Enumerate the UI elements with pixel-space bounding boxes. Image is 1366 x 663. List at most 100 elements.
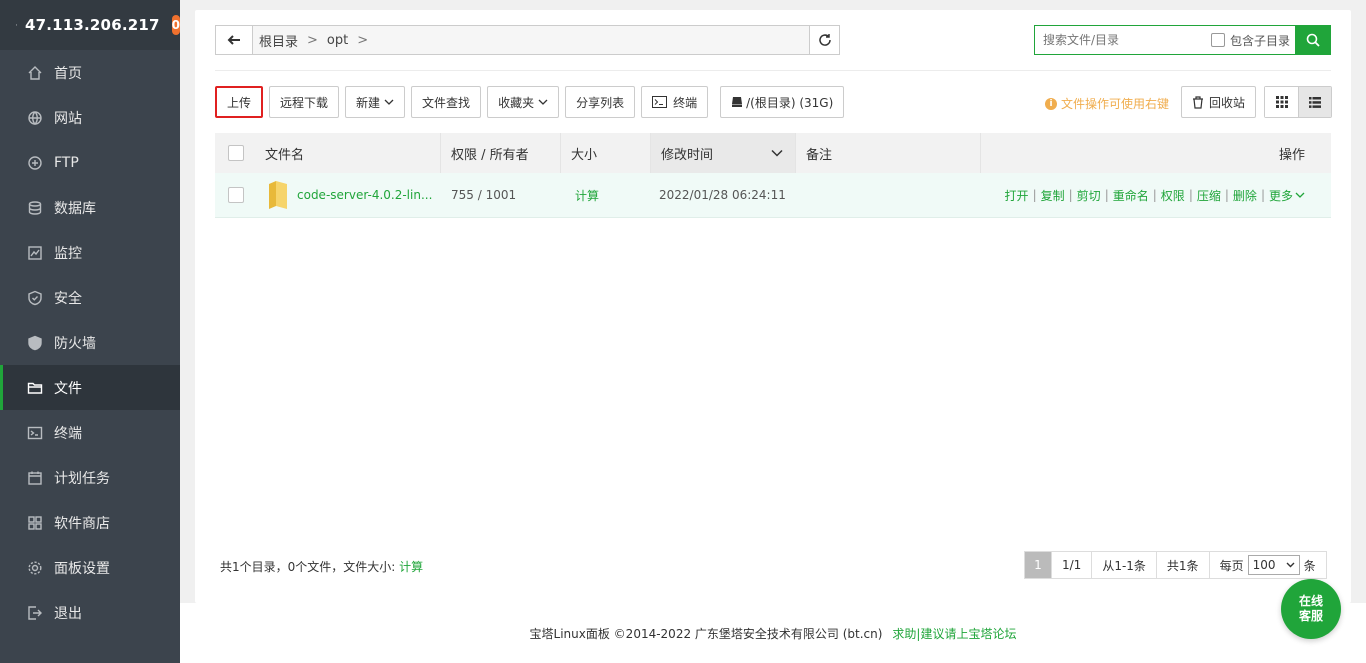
- separator: |: [1188, 188, 1193, 202]
- favorites-label: 收藏夹: [498, 95, 535, 110]
- table-row[interactable]: code-server-4.0.2-lin... 755 / 1001 计算 2…: [215, 173, 1331, 218]
- folder-icon: [269, 181, 287, 209]
- sidebar-item-label: FTP: [54, 154, 79, 171]
- sidebar-item-label: 数据库: [54, 200, 96, 217]
- table-header: 文件名 权限 / 所有者 大小 修改时间 备注 操作: [215, 133, 1331, 173]
- refresh-icon: [818, 34, 831, 46]
- page-footer: 宝塔Linux面板 ©2014-2022 广东堡塔安全技术有限公司 (bt.cn…: [180, 603, 1366, 663]
- sidebar-item-label: 文件: [54, 380, 82, 397]
- include-subdir-label: 包含子目录: [1230, 33, 1291, 48]
- sidebar-item-ftp[interactable]: FTP: [0, 140, 180, 185]
- sidebar-item-label: 软件商店: [54, 515, 110, 532]
- op-compress[interactable]: 压缩: [1197, 187, 1221, 204]
- copyright-text: 宝塔Linux面板 ©2014-2022 广东堡塔安全技术有限公司 (bt.cn…: [529, 626, 883, 641]
- trash-icon: [1193, 95, 1203, 109]
- notification-badge[interactable]: 0: [171, 15, 180, 35]
- header-size[interactable]: 大小: [561, 133, 651, 173]
- new-button[interactable]: 新建: [345, 86, 406, 118]
- forum-link[interactable]: 求助|建议请上宝塔论坛: [892, 625, 1016, 642]
- share-list-button[interactable]: 分享列表: [565, 86, 636, 118]
- refresh-button[interactable]: [809, 26, 839, 54]
- sidebar: 47.113.206.217 0 首页 网站 FTP 数据库 监控 安全 防火墙…: [0, 0, 180, 663]
- page-current[interactable]: 1: [1025, 552, 1052, 578]
- separator: |: [1260, 188, 1265, 202]
- online-service-button[interactable]: 在线 客服: [1281, 579, 1341, 639]
- breadcrumb-opt[interactable]: opt: [327, 33, 348, 48]
- search-button[interactable]: [1295, 25, 1331, 55]
- home-icon: [26, 64, 44, 82]
- list-icon: [1309, 96, 1321, 108]
- header-mtime[interactable]: 修改时间: [651, 133, 796, 173]
- sidebar-item-database[interactable]: 数据库: [0, 185, 180, 230]
- remote-download-button[interactable]: 远程下载: [269, 86, 340, 118]
- favorites-button[interactable]: 收藏夹: [487, 86, 560, 118]
- include-subdir-checkbox[interactable]: 包含子目录: [1211, 32, 1290, 49]
- separator: |: [1152, 188, 1157, 202]
- server-ip: 47.113.206.217: [24, 16, 160, 34]
- globe-icon: [26, 109, 44, 127]
- row-perm[interactable]: 755 / 1001: [441, 188, 561, 202]
- sidebar-item-home[interactable]: 首页: [0, 50, 180, 95]
- op-rename[interactable]: 重命名: [1113, 187, 1149, 204]
- sidebar-item-label: 首页: [54, 65, 82, 82]
- recycle-bin-button[interactable]: 回收站: [1181, 86, 1257, 118]
- info-icon: i: [1045, 97, 1057, 110]
- chevron-down-icon: [538, 99, 548, 105]
- recycle-label: 回收站: [1209, 95, 1246, 110]
- sidebar-item-cron[interactable]: 计划任务: [0, 455, 180, 500]
- op-copy[interactable]: 复制: [1041, 187, 1065, 204]
- summary-text: 共1个目录，0个文件，文件大小:: [220, 560, 396, 574]
- op-more[interactable]: 更多: [1269, 187, 1293, 204]
- back-button[interactable]: [216, 26, 253, 54]
- sidebar-item-terminal[interactable]: 终端: [0, 410, 180, 455]
- checkbox[interactable]: [1211, 33, 1225, 47]
- sidebar-item-label: 监控: [54, 245, 82, 262]
- row-select-cell: [215, 187, 255, 203]
- settings-icon: [26, 559, 44, 577]
- summary-calc-link[interactable]: 计算: [399, 560, 423, 574]
- sidebar-item-website[interactable]: 网站: [0, 95, 180, 140]
- select-all-checkbox[interactable]: [228, 145, 244, 161]
- search-input[interactable]: [1035, 26, 1205, 54]
- file-name-link[interactable]: code-server-4.0.2-lin...: [297, 188, 432, 202]
- grid-view-button[interactable]: [1265, 87, 1298, 117]
- tip-text: 文件操作可使用右键: [1061, 97, 1170, 111]
- row-checkbox[interactable]: [228, 187, 244, 203]
- new-label: 新建: [356, 95, 381, 110]
- op-open[interactable]: 打开: [1005, 187, 1029, 204]
- file-search-button[interactable]: 文件查找: [411, 86, 482, 118]
- header-name[interactable]: 文件名: [255, 133, 441, 173]
- terminal-button[interactable]: 终端: [641, 86, 709, 118]
- op-delete[interactable]: 删除: [1233, 187, 1257, 204]
- disk-button[interactable]: /(根目录) (31G): [720, 86, 845, 118]
- list-view-button[interactable]: [1298, 87, 1331, 117]
- upload-button[interactable]: 上传: [215, 86, 264, 118]
- per-page-label: 每页: [1219, 558, 1244, 573]
- folder-icon: [26, 379, 44, 397]
- sidebar-item-firewall[interactable]: 防火墙: [0, 320, 180, 365]
- sidebar-item-appstore[interactable]: 软件商店: [0, 500, 180, 545]
- ftp-icon: [26, 154, 44, 172]
- sidebar-item-security[interactable]: 安全: [0, 275, 180, 320]
- row-size-calc[interactable]: 计算: [561, 187, 651, 204]
- sidebar-item-files[interactable]: 文件: [0, 365, 180, 410]
- sidebar-item-monitor[interactable]: 监控: [0, 230, 180, 275]
- online-service-line2: 客服: [1298, 609, 1323, 623]
- op-permission[interactable]: 权限: [1161, 187, 1185, 204]
- sidebar-item-logout[interactable]: 退出: [0, 590, 180, 635]
- chevron-right-icon: >: [357, 32, 369, 48]
- op-cut[interactable]: 剪切: [1077, 187, 1101, 204]
- server-shield-icon: [16, 24, 17, 26]
- breadcrumb-root[interactable]: 根目录: [259, 31, 298, 50]
- row-name-cell: code-server-4.0.2-lin...: [255, 180, 441, 210]
- sidebar-item-label: 网站: [54, 110, 82, 127]
- header-permission[interactable]: 权限 / 所有者: [441, 133, 561, 173]
- grid-icon: [1275, 96, 1288, 108]
- row-mtime: 2022/01/28 06:24:11: [659, 188, 786, 202]
- search-box: 包含子目录: [1034, 25, 1331, 55]
- separator: |: [1104, 188, 1109, 202]
- sidebar-item-settings[interactable]: 面板设置: [0, 545, 180, 590]
- separator: |: [1224, 188, 1229, 202]
- per-page-select[interactable]: 100: [1247, 555, 1300, 575]
- logout-icon: [26, 604, 44, 622]
